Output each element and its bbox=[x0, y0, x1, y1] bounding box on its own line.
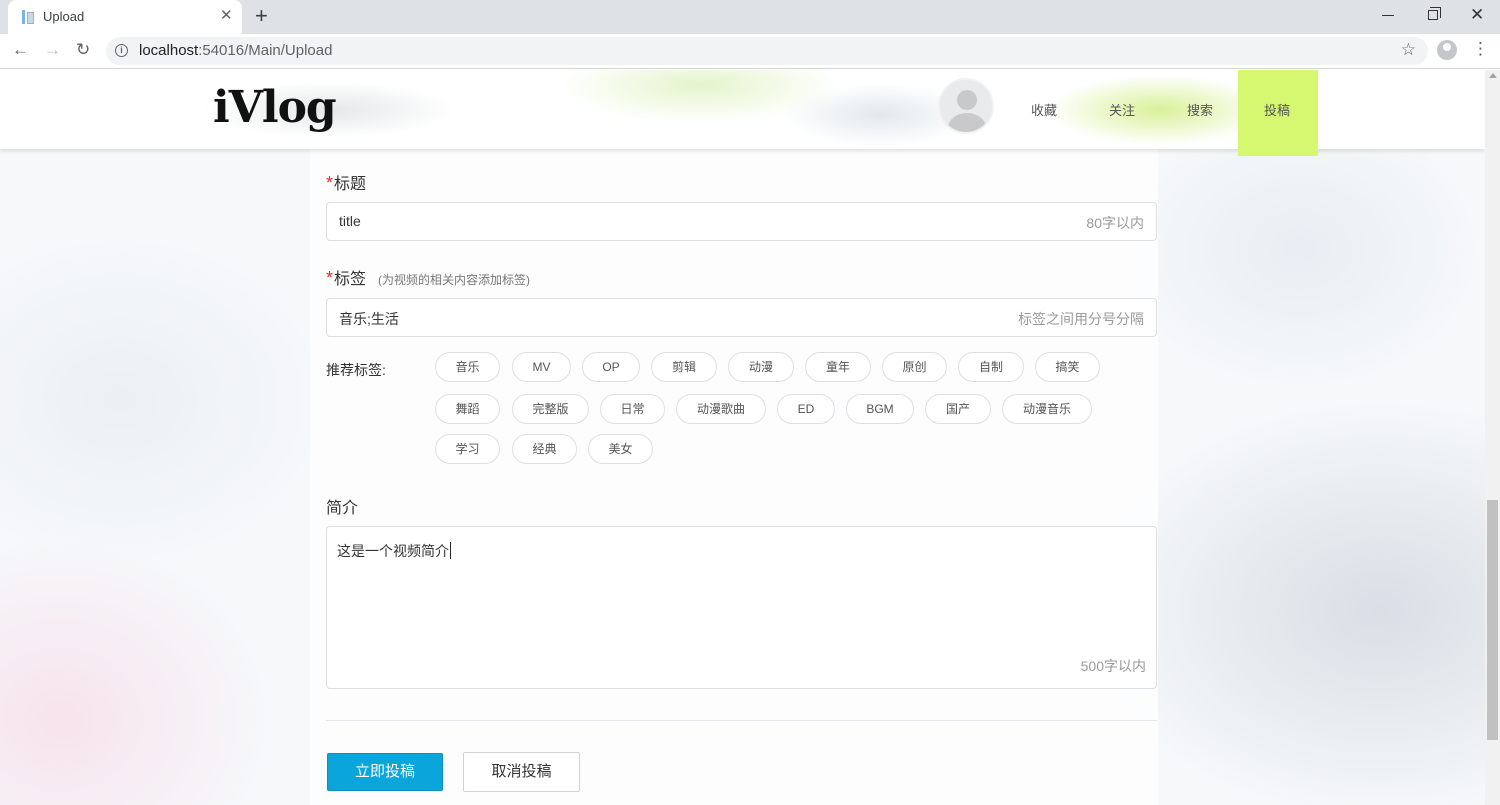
cancel-upload-button[interactable]: 取消投稿 bbox=[463, 752, 580, 792]
intro-textarea-value: 这是一个视频简介 bbox=[337, 541, 451, 561]
recommended-tag[interactable]: 美女 bbox=[588, 434, 653, 464]
intro-textarea[interactable]: 这是一个视频简介 500字以内 bbox=[326, 526, 1157, 689]
browser-toolbar: ← → ↻ i localhost:54016/Main/Upload ☆ ⋮ bbox=[0, 34, 1500, 69]
title-label: *标题 bbox=[326, 170, 366, 194]
reload-icon[interactable]: ↻ bbox=[76, 39, 90, 61]
text-caret bbox=[450, 542, 451, 559]
bookmark-star-icon[interactable]: ☆ bbox=[1401, 40, 1416, 60]
new-tab-icon[interactable]: + bbox=[255, 3, 268, 29]
recommended-tag[interactable]: 动漫音乐 bbox=[1002, 394, 1092, 424]
site-info-icon[interactable]: i bbox=[115, 44, 128, 57]
recommended-tag[interactable]: 音乐 bbox=[435, 352, 500, 382]
recommended-tag[interactable]: 剪辑 bbox=[651, 352, 717, 382]
recommended-tag[interactable]: ED bbox=[777, 394, 835, 424]
site-logo[interactable]: iVlog bbox=[213, 82, 337, 133]
submit-upload-button[interactable]: 立即投稿 bbox=[327, 753, 443, 791]
browser-menu-icon[interactable]: ⋮ bbox=[1472, 39, 1489, 59]
nav-search[interactable]: 搜索 bbox=[1187, 100, 1213, 119]
required-mark: * bbox=[326, 173, 334, 193]
recommended-tag[interactable]: 原创 bbox=[882, 352, 947, 382]
recommended-tag[interactable]: 学习 bbox=[435, 434, 500, 464]
browser-tab[interactable]: Upload ✕ bbox=[8, 0, 242, 34]
nav-follow[interactable]: 关注 bbox=[1109, 100, 1135, 119]
forward-arrow-icon[interactable]: → bbox=[44, 39, 61, 61]
avatar-body-icon bbox=[948, 113, 986, 132]
tags-input-value: 音乐;生活 bbox=[339, 311, 399, 327]
page-favicon-icon bbox=[21, 10, 35, 24]
user-avatar[interactable] bbox=[938, 78, 994, 134]
restore-window-icon[interactable] bbox=[1428, 7, 1441, 20]
recommended-tag[interactable]: 动漫歌曲 bbox=[676, 394, 766, 424]
back-arrow-icon[interactable]: ← bbox=[12, 39, 29, 61]
recommended-tag[interactable]: 舞蹈 bbox=[435, 394, 500, 424]
page-viewport: *标题 title 80字以内 *标签 (为视频的相关内容添加标签) 音乐;生活 … bbox=[0, 70, 1485, 805]
intro-text: 这是一个视频简介 bbox=[337, 543, 449, 559]
minimize-window-icon[interactable] bbox=[1382, 15, 1394, 16]
tags-label: *标签 (为视频的相关内容添加标签) bbox=[326, 265, 530, 289]
form-panel bbox=[310, 149, 1158, 805]
recommended-tag[interactable]: BGM bbox=[846, 394, 914, 424]
recommended-tag[interactable]: 自制 bbox=[958, 352, 1024, 382]
recommended-tag[interactable]: MV bbox=[512, 352, 571, 382]
close-window-icon[interactable]: ✕ bbox=[1470, 5, 1484, 25]
nav-favorites[interactable]: 收藏 bbox=[1031, 100, 1057, 119]
intro-label: 简介 bbox=[326, 500, 359, 517]
tags-separator-hint: 标签之间用分号分隔 bbox=[1018, 311, 1144, 327]
recommended-tag[interactable]: 完整版 bbox=[512, 394, 589, 424]
recommended-tag[interactable]: 日常 bbox=[600, 394, 665, 424]
browser-tab-bar: Upload ✕ + ✕ bbox=[0, 0, 1500, 34]
url-text: localhost:54016/Main/Upload bbox=[139, 42, 332, 59]
tab-title: Upload bbox=[43, 9, 85, 24]
intro-length-hint: 500字以内 bbox=[1080, 658, 1146, 674]
recommended-tag[interactable]: 国产 bbox=[925, 394, 991, 424]
title-label-text: 标题 bbox=[334, 176, 367, 193]
form-divider bbox=[326, 720, 1157, 721]
recommended-tag[interactable]: 搞笑 bbox=[1035, 352, 1100, 382]
recommended-tag[interactable]: 经典 bbox=[512, 434, 577, 464]
tags-input[interactable]: 音乐;生活 标签之间用分号分隔 bbox=[326, 298, 1157, 337]
address-bar[interactable]: i localhost:54016/Main/Upload ☆ bbox=[106, 37, 1428, 65]
scrollbar-thumb[interactable] bbox=[1487, 500, 1498, 740]
tags-note: (为视频的相关内容添加标签) bbox=[378, 273, 531, 287]
tags-label-text: 标签 bbox=[334, 271, 367, 288]
required-mark: * bbox=[326, 268, 334, 288]
title-input-value: title bbox=[339, 213, 361, 229]
nav-upload-label: 投稿 bbox=[1264, 103, 1291, 118]
avatar-head-icon bbox=[957, 90, 977, 110]
title-length-hint: 80字以内 bbox=[1086, 215, 1144, 231]
scroll-up-arrow-icon[interactable] bbox=[1489, 73, 1497, 78]
page-scrollbar[interactable] bbox=[1485, 70, 1500, 805]
profile-icon[interactable] bbox=[1437, 40, 1457, 60]
recommended-tag[interactable]: OP bbox=[582, 352, 640, 382]
close-tab-icon[interactable]: ✕ bbox=[220, 7, 233, 25]
recommended-tags-label: 推荐标签: bbox=[326, 362, 386, 378]
url-path: :54016/Main/Upload bbox=[198, 42, 333, 59]
url-host: localhost bbox=[139, 42, 199, 59]
nav-upload[interactable]: 投稿 bbox=[1238, 70, 1318, 156]
title-input[interactable]: title 80字以内 bbox=[326, 202, 1157, 241]
recommended-tag[interactable]: 童年 bbox=[805, 352, 871, 382]
recommended-tag[interactable]: 动漫 bbox=[728, 352, 794, 382]
